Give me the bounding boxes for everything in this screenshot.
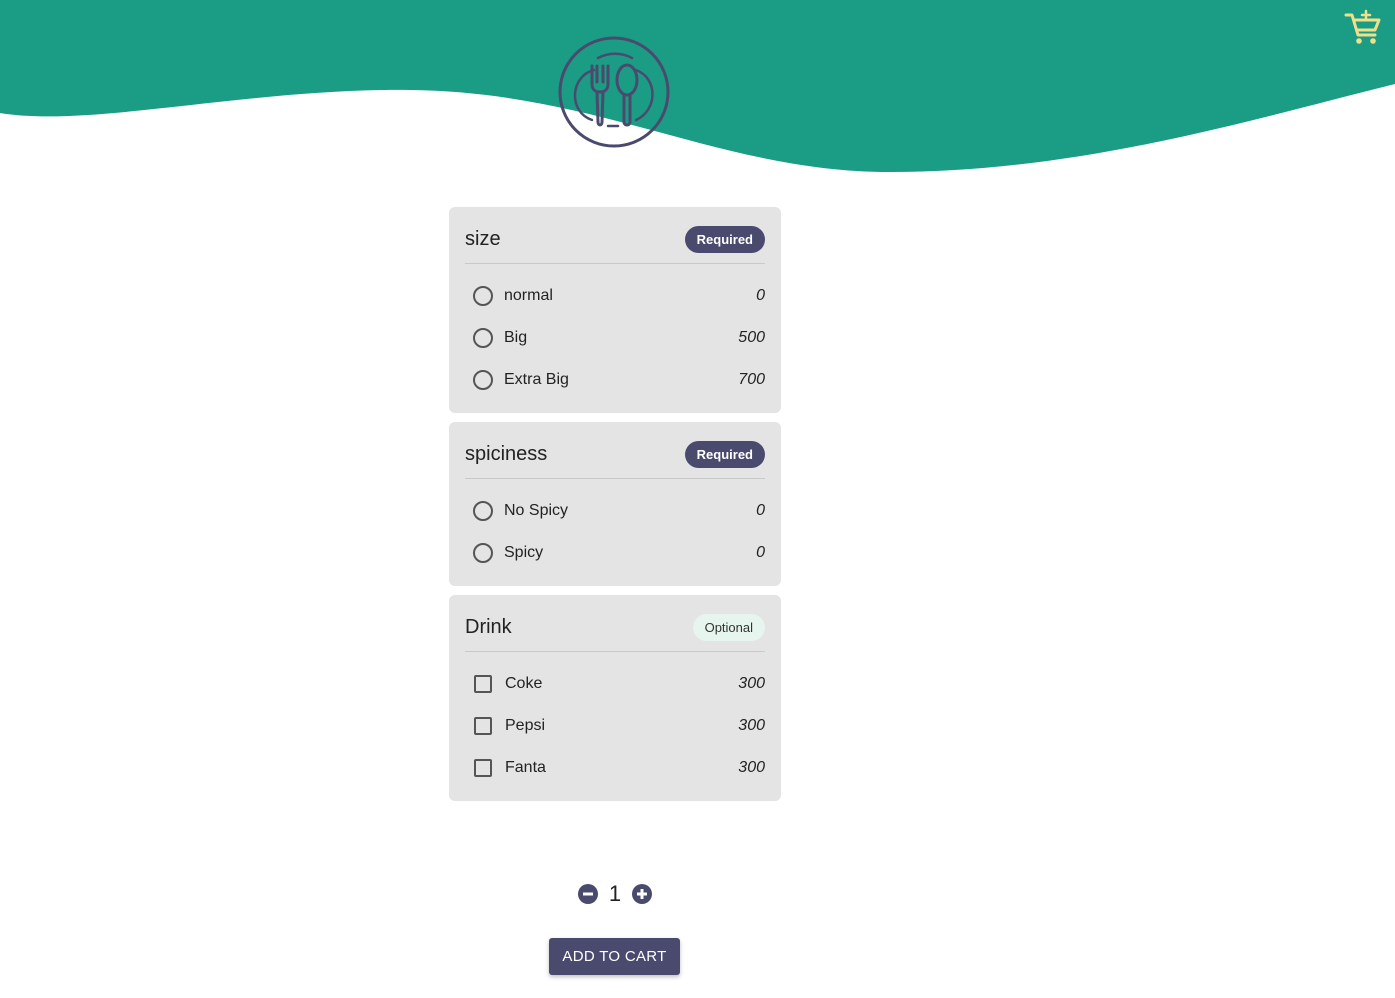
option-price: 700 <box>738 371 765 388</box>
option-price: 0 <box>756 544 765 561</box>
options-panel: size Required normal 0 Big 500 Extra Big… <box>449 207 781 810</box>
group-header: size Required <box>465 223 765 264</box>
option-fanta[interactable]: Fanta 300 <box>465 747 765 789</box>
option-price: 300 <box>738 759 765 776</box>
group-title: size <box>465 227 501 250</box>
radio-button[interactable] <box>473 328 493 348</box>
option-label: Big <box>504 329 528 346</box>
checkbox[interactable] <box>474 759 492 777</box>
option-price: 500 <box>738 329 765 346</box>
radio-button[interactable] <box>473 370 493 390</box>
option-group-spiciness: spiciness Required No Spicy 0 Spicy 0 <box>449 422 781 586</box>
option-group-size: size Required normal 0 Big 500 Extra Big… <box>449 207 781 413</box>
optional-badge: Optional <box>692 613 765 641</box>
option-coke[interactable]: Coke 300 <box>465 663 765 705</box>
header-wave <box>0 0 1395 172</box>
required-badge: Required <box>684 440 765 468</box>
option-pepsi[interactable]: Pepsi 300 <box>465 705 765 747</box>
checkbox[interactable] <box>474 675 492 693</box>
option-label: Spicy <box>504 544 544 561</box>
radio-button[interactable] <box>473 286 493 306</box>
option-no-spicy[interactable]: No Spicy 0 <box>465 490 765 532</box>
option-label: Extra Big <box>504 371 569 388</box>
option-label: Fanta <box>505 759 546 776</box>
group-header: spiciness Required <box>465 438 765 479</box>
minus-circle-icon[interactable] <box>577 883 599 905</box>
option-price: 0 <box>756 287 765 304</box>
group-title: spiciness <box>465 442 548 465</box>
checkbox[interactable] <box>474 717 492 735</box>
plus-circle-icon[interactable] <box>631 883 653 905</box>
add-to-cart-icon[interactable] <box>1344 9 1382 47</box>
option-big[interactable]: Big 500 <box>465 317 765 359</box>
radio-button[interactable] <box>473 501 493 521</box>
group-title: Drink <box>465 615 512 638</box>
option-label: Coke <box>505 675 543 692</box>
add-to-cart-button[interactable]: ADD TO CART <box>549 938 680 975</box>
quantity-stepper: 1 <box>577 881 653 907</box>
option-extra-big[interactable]: Extra Big 700 <box>465 359 765 401</box>
quantity-value: 1 <box>608 881 622 906</box>
fork-spoon-logo-icon <box>558 36 670 148</box>
option-label: normal <box>504 287 553 304</box>
radio-button[interactable] <box>473 543 493 563</box>
option-group-drink: Drink Optional Coke 300 Pepsi 300 Fanta … <box>449 595 781 801</box>
required-badge: Required <box>684 225 765 253</box>
option-label: No Spicy <box>504 502 569 519</box>
group-header: Drink Optional <box>465 611 765 652</box>
option-price: 300 <box>738 717 765 734</box>
option-price: 300 <box>738 675 765 692</box>
option-price: 0 <box>756 502 765 519</box>
option-label: Pepsi <box>505 717 546 734</box>
option-spicy[interactable]: Spicy 0 <box>465 532 765 574</box>
option-normal[interactable]: normal 0 <box>465 275 765 317</box>
